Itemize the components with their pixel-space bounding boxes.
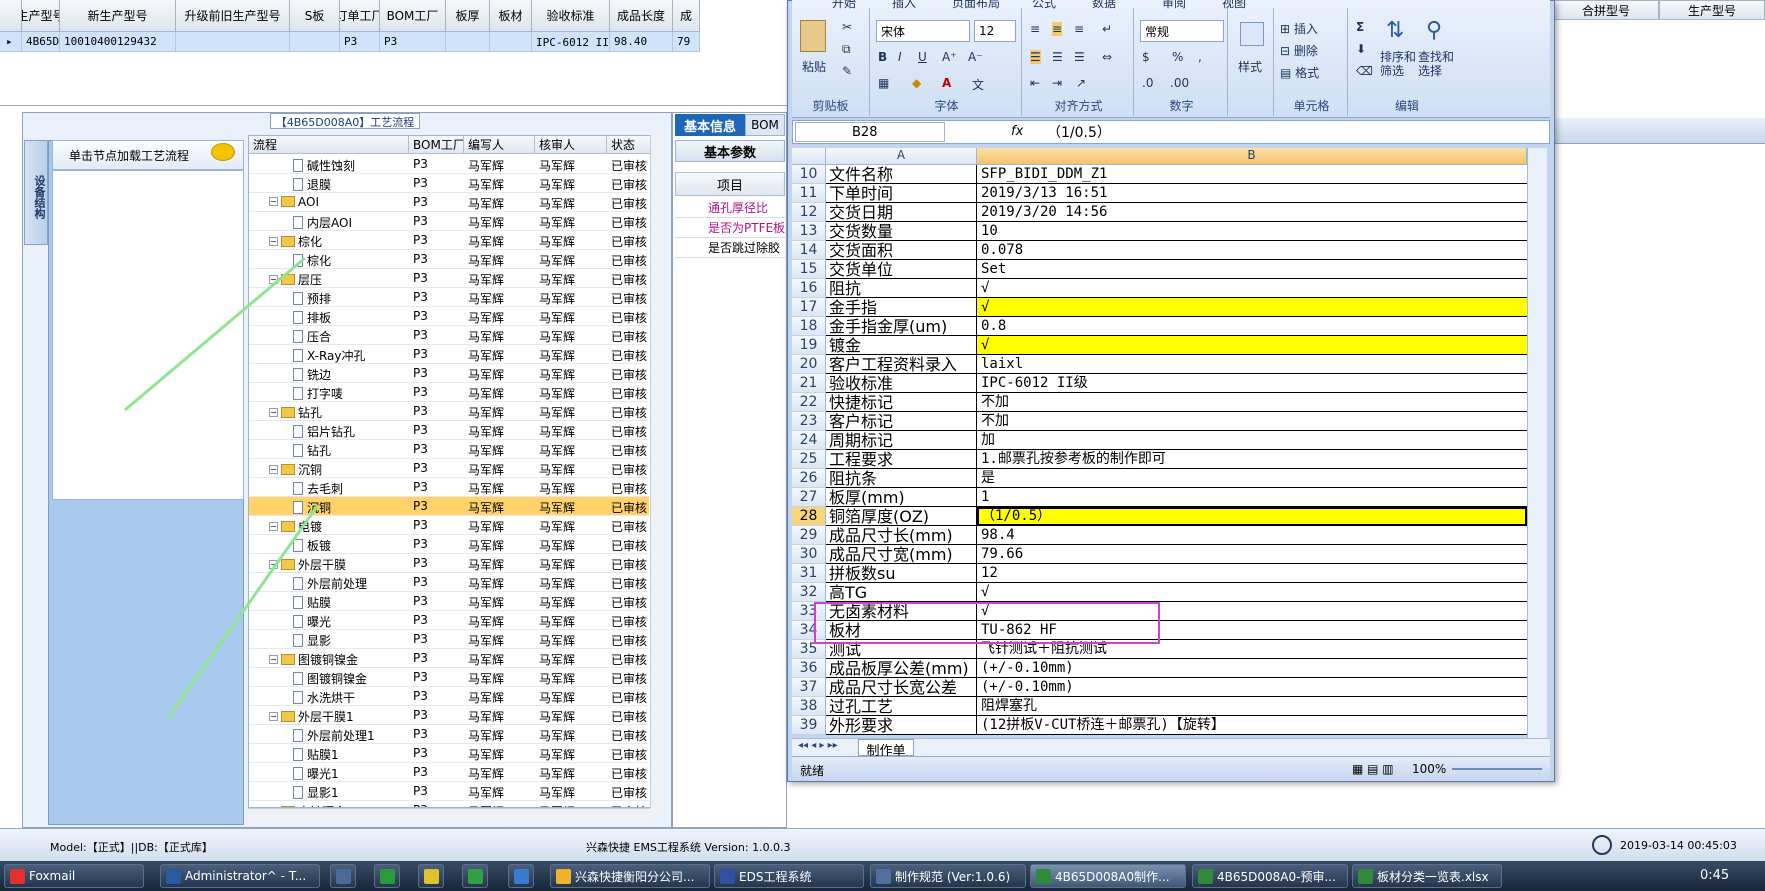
sheet-nav-icon[interactable]: ◂◂ ◂ ▸ ▸▸ <box>798 740 838 751</box>
app-icon <box>380 869 395 884</box>
model-db-status: Model:【正式】||DB:【正式库】 <box>50 841 213 854</box>
app-icon <box>424 869 439 884</box>
excel-status-bar: 就绪 ▦ ▤ ▥ 100% <box>792 756 1550 780</box>
taskbar-clock[interactable]: 0:45 <box>1700 868 1729 883</box>
taskbar: 0:45 Foxmail Administrator^ - T... 兴森快捷衡阳分… <box>0 861 1765 891</box>
taskbar-item[interactable]: 制作规范 (Ver:1.0.6) <box>870 864 1026 888</box>
taskbar-item[interactable]: 4B65D008A0制作... <box>1030 864 1186 888</box>
app-icon <box>1036 869 1051 884</box>
taskbar-item[interactable]: EDS工程系统 <box>714 864 864 888</box>
annotation-arrow <box>166 504 320 719</box>
app-icon <box>876 869 891 884</box>
app-icon <box>1358 869 1373 884</box>
taskbar-item[interactable]: 板材分类一览表.xlsx <box>1352 864 1502 888</box>
app-icon <box>10 869 25 884</box>
annotation-arrow <box>124 256 306 412</box>
app-icon <box>556 869 571 884</box>
app-icon <box>514 869 529 884</box>
sheet-tab-production[interactable]: 制作单 <box>858 739 914 759</box>
taskbar-item[interactable]: Foxmail <box>4 864 144 888</box>
taskbar-item-label: Administrator^ - T... <box>185 869 307 883</box>
app-datetime: 2019-03-14 00:45:03 <box>1620 839 1737 852</box>
sheet-tabs-bar: ◂◂ ◂ ▸ ▸▸ 制作单 <box>792 738 1550 759</box>
view-buttons[interactable]: ▦ ▤ ▥ <box>1352 762 1394 776</box>
app-icon <box>166 869 181 884</box>
app-icon <box>720 869 735 884</box>
taskbar-item[interactable]: Administrator^ - T... <box>160 864 320 888</box>
taskbar-item[interactable] <box>508 864 534 888</box>
taskbar-item[interactable]: 兴森快捷衡阳分公司... <box>550 864 710 888</box>
taskbar-item-label: 板材分类一览表.xlsx <box>1377 869 1489 884</box>
ready-status: 就绪 <box>800 764 825 778</box>
app-status-bar: Model:【正式】||DB:【正式库】 兴森快捷 EMS工程系统 Versio… <box>0 828 1765 861</box>
app-icon <box>1198 869 1213 884</box>
taskbar-item-label: 兴森快捷衡阳分公司... <box>575 869 695 884</box>
taskbar-item[interactable]: 4B65D008A0-预审... <box>1192 864 1348 888</box>
app-icon <box>336 869 351 884</box>
zoom-slider[interactable] <box>1452 768 1542 770</box>
taskbar-item-label: EDS工程系统 <box>739 869 812 884</box>
taskbar-item[interactable] <box>374 864 400 888</box>
taskbar-item[interactable] <box>418 864 444 888</box>
clock-icon <box>1592 835 1612 855</box>
taskbar-item[interactable] <box>330 864 356 888</box>
taskbar-item-label: 制作规范 (Ver:1.0.6) <box>895 869 1011 884</box>
app-version: 兴森快捷 EMS工程系统 Version: 1.0.0.3 <box>586 841 791 854</box>
taskbar-item[interactable] <box>462 864 488 888</box>
taskbar-item-label: 4B65D008A0-预审... <box>1217 869 1336 884</box>
taskbar-item-label: 4B65D008A0制作... <box>1055 869 1170 884</box>
taskbar-item-label: Foxmail <box>29 869 76 883</box>
app-icon <box>468 869 483 884</box>
magenta-highlight-box <box>814 602 1160 644</box>
zoom-level[interactable]: 100% <box>1412 762 1446 776</box>
